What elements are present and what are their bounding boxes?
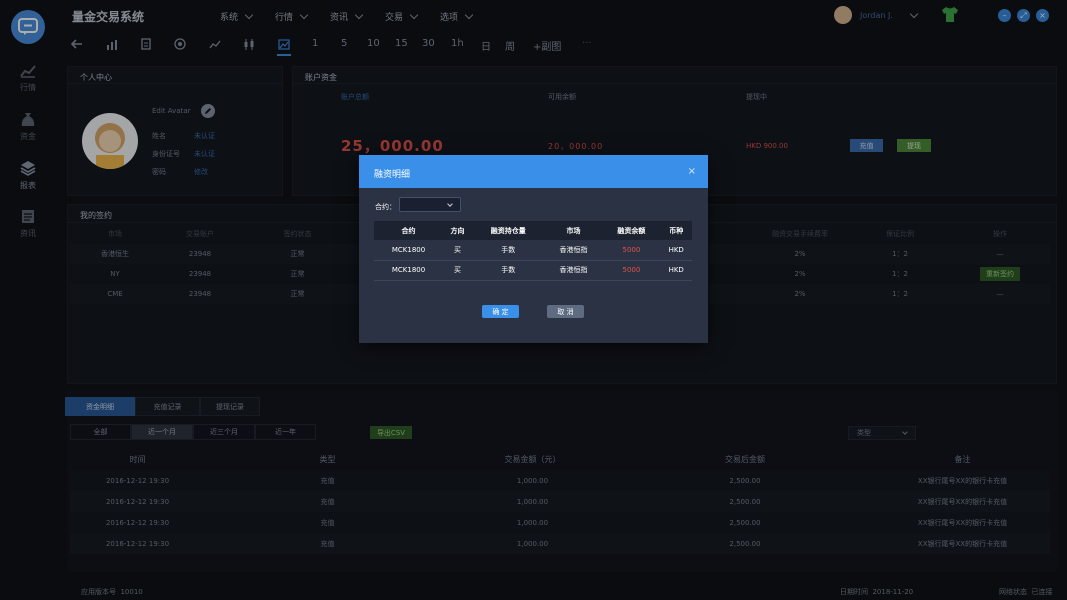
cell: HKD	[660, 240, 692, 261]
dialog-title: 融资明细	[374, 170, 411, 180]
dialog-header	[359, 155, 708, 188]
col-header: 合约	[374, 221, 444, 240]
col-header: 方向	[443, 221, 473, 240]
cell: 5000	[602, 240, 661, 261]
cell: 5000	[602, 260, 661, 281]
cancel-button[interactable]: 取 消	[547, 305, 584, 318]
table-row: MCK1800 买 手数 香港恒指 5000 HKD	[374, 260, 692, 281]
close-icon[interactable]: ×	[688, 166, 696, 177]
confirm-button[interactable]: 确 定	[482, 305, 519, 318]
cell: 买	[443, 260, 473, 281]
cell: 香港恒指	[544, 240, 603, 261]
cell: HKD	[660, 260, 692, 281]
contract-select[interactable]	[399, 197, 461, 212]
financing-table: 合约 方向 融资持仓量 市场 融资余额 币种 MCK1800 买 手数 香港恒指…	[374, 221, 692, 281]
cell: 手数	[472, 260, 545, 281]
cell: 手数	[472, 240, 545, 261]
col-header: 融资持仓量	[472, 221, 545, 240]
cell: MCK1800	[374, 260, 444, 281]
financing-detail-dialog: 融资明细 × 合约： 合约 方向 融资持仓量 市场 融资余额 币种 MCK180…	[359, 155, 708, 343]
contract-filter-label: 合约：	[375, 203, 396, 211]
cell: MCK1800	[374, 240, 444, 261]
col-header: 市场	[544, 221, 603, 240]
chevron-down-icon	[447, 201, 453, 207]
cell: 香港恒指	[544, 260, 603, 281]
cell: 买	[443, 240, 473, 261]
table-row: MCK1800 买 手数 香港恒指 5000 HKD	[374, 240, 692, 261]
col-header: 币种	[660, 221, 692, 240]
col-header: 融资余额	[602, 221, 661, 240]
